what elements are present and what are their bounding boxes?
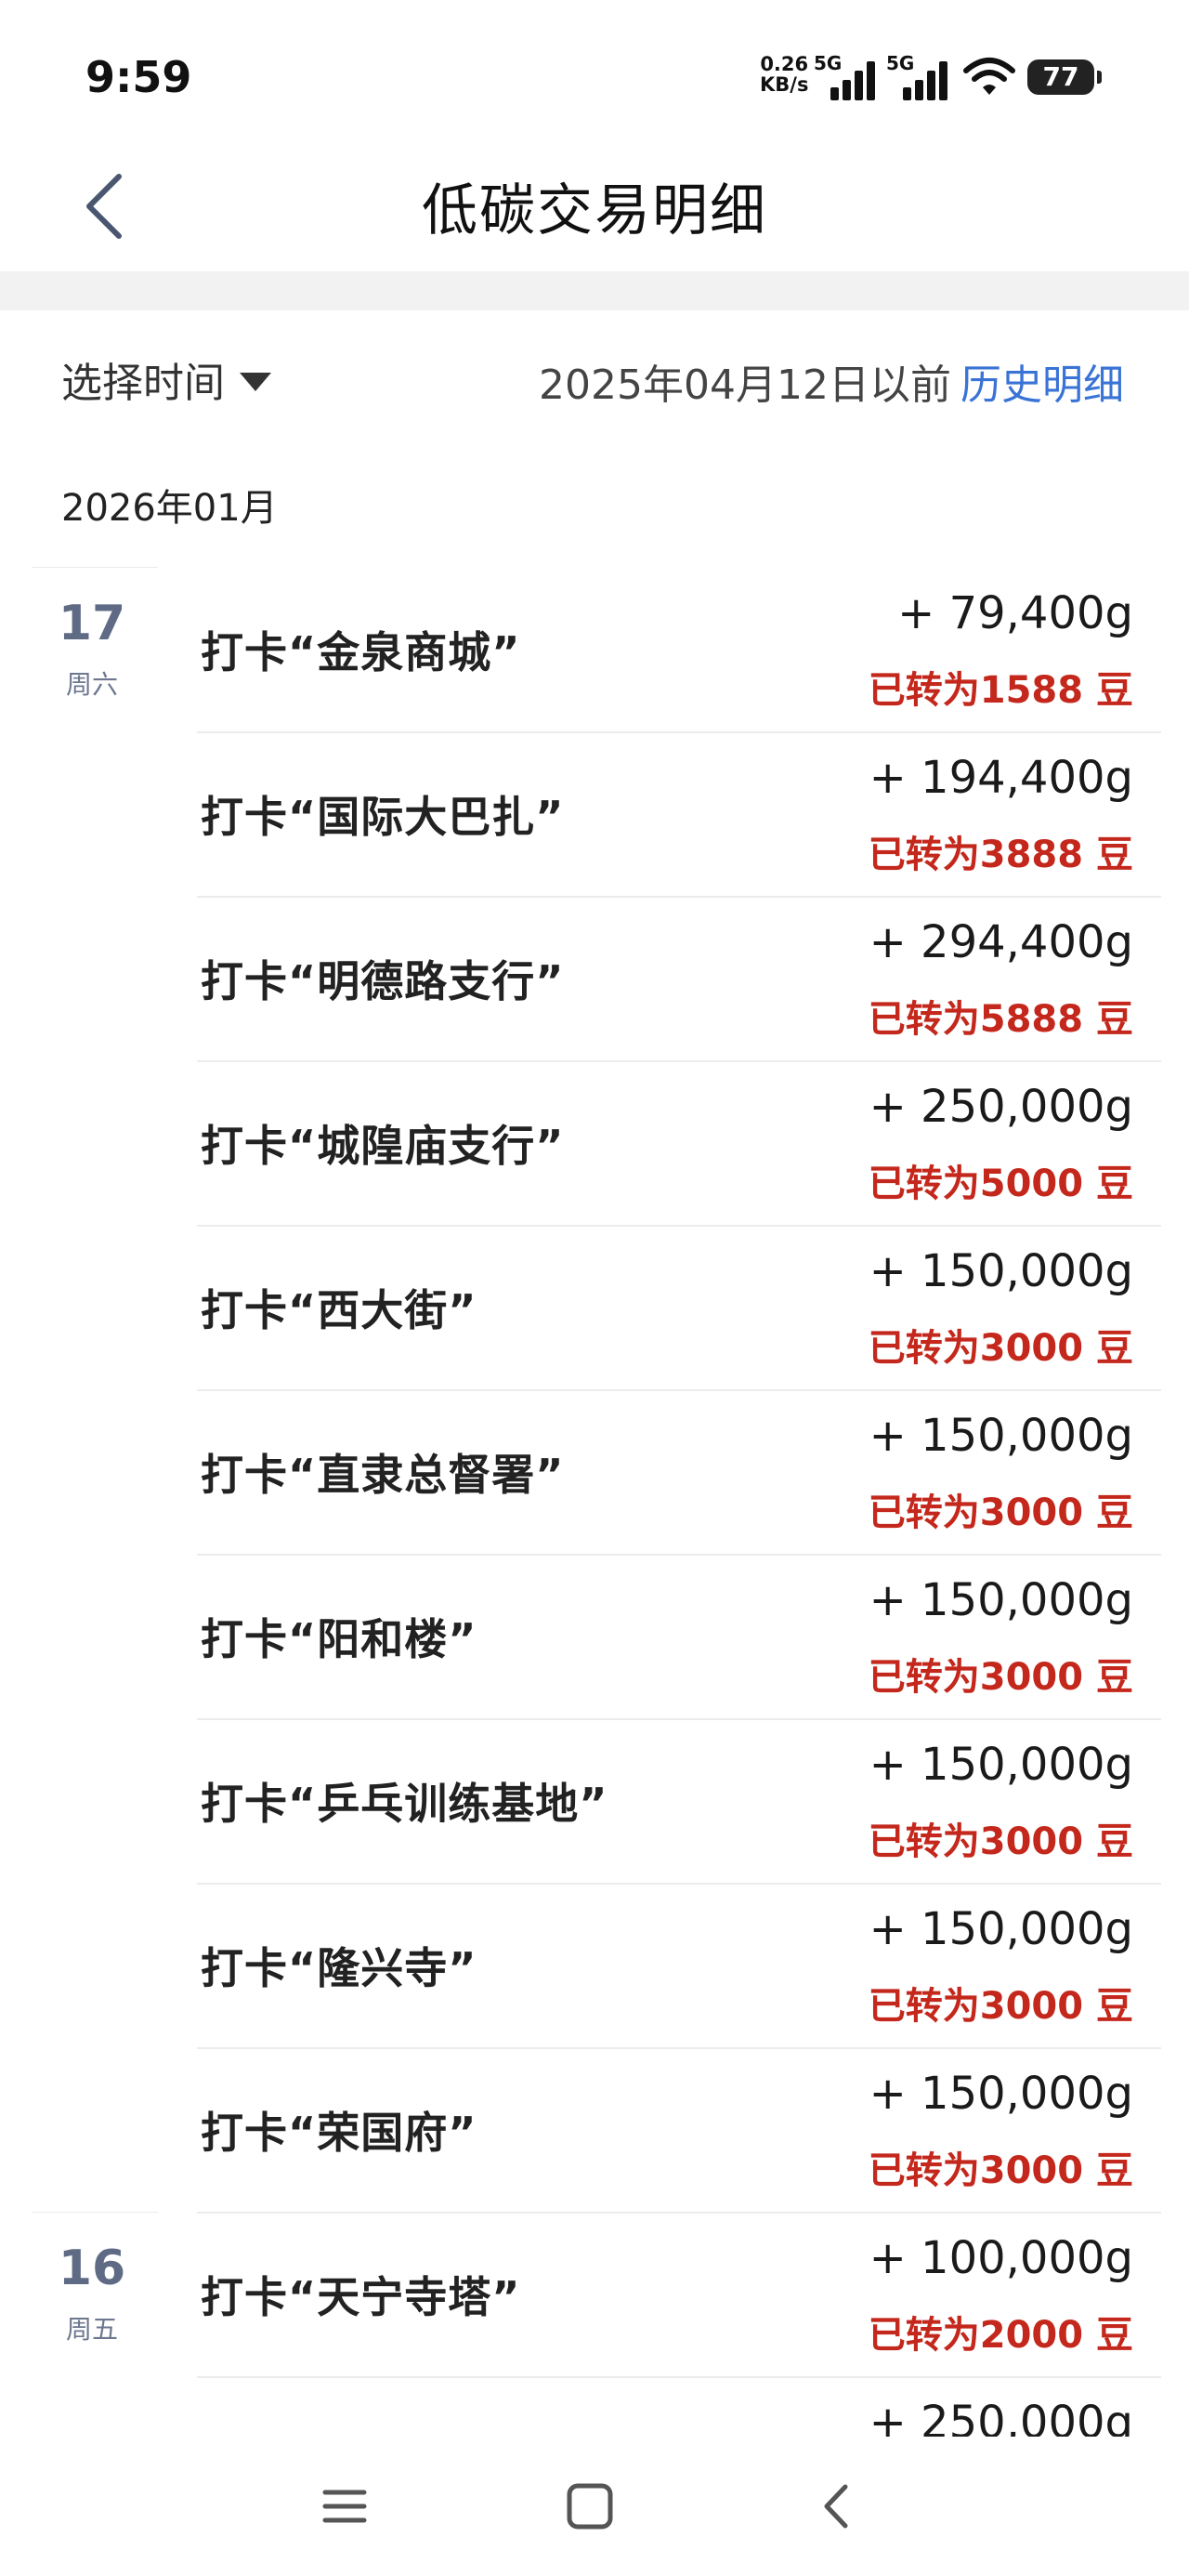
item-amount: + 79,400g <box>897 587 1133 639</box>
month-label: 2026年01月 <box>61 487 278 530</box>
item-converted: 已转为2000 豆 <box>868 2314 1133 2357</box>
item-converted: 已转为3888 豆 <box>868 834 1133 876</box>
item-converted: 已转为3000 豆 <box>868 1985 1133 2028</box>
system-nav-bar <box>0 2437 1189 2576</box>
item-amount: + 150,000g <box>869 1245 1133 1297</box>
item-converted: 已转为5000 豆 <box>868 1163 1133 1205</box>
item-title: 打卡“直隶总督署” <box>201 1450 565 1500</box>
item-amount: + 150,000g <box>869 1739 1133 1791</box>
day-weekday: 周五 <box>65 2314 118 2345</box>
item-amount: + 294,400g <box>869 916 1133 968</box>
item-title: 打卡“阳和楼” <box>201 1614 477 1664</box>
item-amount: + 100,000g <box>869 2232 1133 2284</box>
caret-down-icon <box>240 373 271 391</box>
list-item[interactable]: 17 周六 打卡“金泉商城” + 79,400g 已转为1588 豆 <box>0 567 1189 733</box>
list-item[interactable]: 打卡“阳和楼” + 150,000g 已转为3000 豆 <box>0 1554 1189 1720</box>
item-title: 打卡“乒乓训练基地” <box>201 1779 608 1829</box>
list-item[interactable]: 16 周五 打卡“天宁寺塔” + 100,000g 已转为2000 豆 <box>0 2212 1189 2378</box>
title-bar: 低碳交易明细 <box>0 139 1189 271</box>
item-title: 打卡“荣国府” <box>201 2108 477 2158</box>
item-converted: 已转为5888 豆 <box>868 998 1133 1041</box>
signal-bars-icon <box>830 59 886 100</box>
signal-bars-icon <box>903 59 959 100</box>
item-converted: 已转为3000 豆 <box>868 1656 1133 1699</box>
list-item[interactable]: 打卡“荣国府” + 150,000g 已转为3000 豆 <box>0 2047 1189 2214</box>
nav-back-button[interactable] <box>804 2474 869 2539</box>
network-speed: 0.26 KB/s <box>760 53 809 96</box>
item-converted: 已转为1588 豆 <box>868 669 1133 712</box>
back-triangle-icon <box>824 2484 848 2529</box>
menu-icon <box>322 2490 367 2523</box>
transaction-list: 17 周六 打卡“金泉商城” + 79,400g 已转为1588 豆 打卡“国际… <box>0 567 1189 2451</box>
day-marker: 16 周五 <box>32 2212 158 2377</box>
battery-indicator: 77 <box>1027 59 1102 95</box>
item-amount: + 150,000g <box>869 1903 1133 1955</box>
list-item[interactable]: 打卡“隆兴寺” + 150,000g 已转为3000 豆 <box>0 1883 1189 2049</box>
item-converted: 已转为3000 豆 <box>868 1492 1133 1534</box>
item-title: 打卡“西大街” <box>201 1285 477 1335</box>
page-title: 低碳交易明细 <box>422 178 767 243</box>
list-item[interactable]: 打卡“城隍庙支行” + 250,000g 已转为5000 豆 <box>0 1060 1189 1227</box>
item-amount: + 194,400g <box>869 752 1133 804</box>
list-item[interactable]: 打卡“直隶总督署” + 150,000g 已转为3000 豆 <box>0 1389 1189 1556</box>
item-title: 打卡“城隍庙支行” <box>201 1121 565 1171</box>
list-item[interactable]: 打卡“乒乓训练基地” + 150,000g 已转为3000 豆 <box>0 1718 1189 1885</box>
menu-button[interactable] <box>312 2474 377 2539</box>
home-square-icon <box>567 2483 613 2530</box>
item-title: 打卡“天宁寺塔” <box>201 2272 521 2322</box>
item-title: 打卡“国际大巴扎” <box>201 792 565 842</box>
list-item[interactable]: 打卡“西大街” + 150,000g 已转为3000 豆 <box>0 1225 1189 1391</box>
home-button[interactable] <box>557 2474 622 2539</box>
filter-row: 选择时间 2025年04月12日以前 历史明细 <box>0 310 1189 450</box>
item-title: 打卡“明德路支行” <box>201 956 565 1006</box>
history-details-link[interactable]: 历史明细 <box>960 351 1124 411</box>
time-select-label: 选择时间 <box>61 360 225 407</box>
item-title: 打卡“金泉商城” <box>201 627 521 677</box>
day-marker: 17 周六 <box>32 567 158 732</box>
item-converted: 已转为3000 豆 <box>868 2149 1133 2192</box>
wifi-icon <box>962 56 1016 100</box>
item-title: 打卡“隆兴寺” <box>201 1943 477 1993</box>
item-amount: + 150,000g <box>869 1410 1133 1462</box>
list-item[interactable]: 打卡“明德路支行” + 294,400g 已转为5888 豆 <box>0 896 1189 1062</box>
item-amount: + 150,000g <box>869 2068 1133 2120</box>
status-bar: 9:59 0.26 KB/s 5G 5G 77 <box>0 0 1189 139</box>
item-amount: + 250,000g <box>869 1081 1133 1133</box>
item-converted: 已转为3000 豆 <box>868 1327 1133 1370</box>
day-weekday: 周六 <box>65 669 118 700</box>
list-item[interactable]: 打卡“国际大巴扎” + 194,400g 已转为3888 豆 <box>0 731 1189 898</box>
time-select-dropdown[interactable]: 选择时间 <box>61 349 271 409</box>
day-number: 16 <box>58 2241 126 2296</box>
item-converted: 已转为3000 豆 <box>868 1820 1133 1863</box>
status-time: 9:59 <box>85 52 192 102</box>
date-hint: 2025年04月12日以前 <box>539 361 951 409</box>
item-amount: + 150,000g <box>869 1574 1133 1626</box>
day-number: 17 <box>58 596 126 651</box>
section-divider <box>0 271 1189 310</box>
